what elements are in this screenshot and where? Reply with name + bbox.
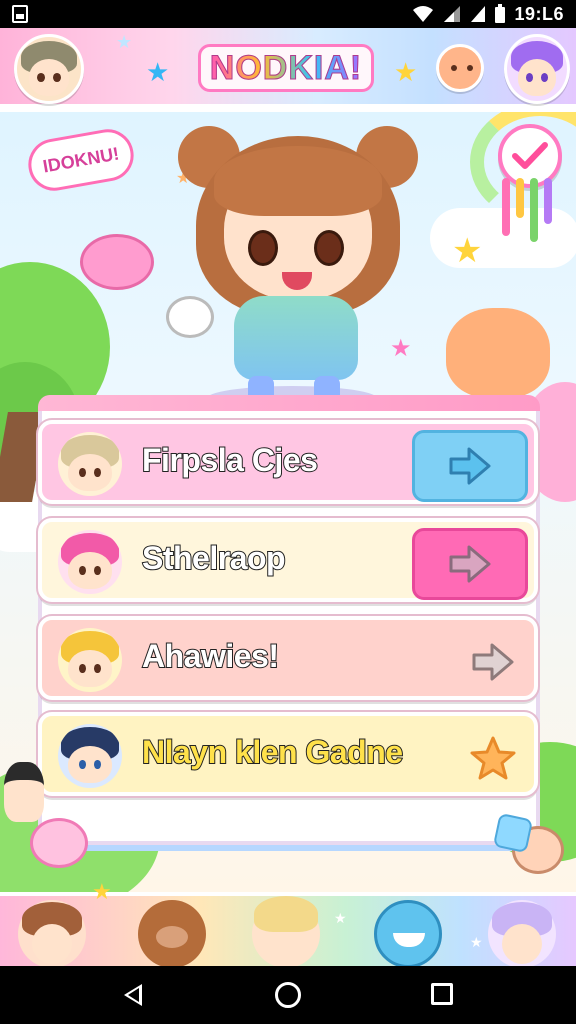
nav-item-blue-cat[interactable] <box>374 900 442 968</box>
signal-strength-icon <box>471 6 486 22</box>
star-icon: ★ <box>146 58 170 88</box>
star-icon <box>470 736 516 780</box>
profile-avatar-right[interactable] <box>504 34 570 104</box>
bottom-nav: ★ ★ ★ <box>0 882 576 968</box>
blonde-girl-avatar <box>58 432 122 496</box>
menu-item-label: Firpsla Cjes <box>141 441 319 479</box>
cat-face-button[interactable] <box>436 44 484 92</box>
yellow-hair-girl-avatar <box>58 628 122 692</box>
star-icon: ★ <box>92 880 112 905</box>
notification-icon <box>12 5 28 23</box>
wifi-icon <box>413 6 434 22</box>
menu-item-3[interactable]: Ahawies! <box>38 616 538 700</box>
star-icon: ★ <box>394 58 418 88</box>
blue-gem <box>492 812 534 854</box>
clock: 19:L6 <box>514 3 564 24</box>
nav-item-brunette-girl[interactable] <box>18 900 86 968</box>
paint-drip <box>516 178 524 218</box>
favorite-button[interactable] <box>458 722 528 794</box>
star-icon: ★ <box>470 935 483 951</box>
signal-icon <box>444 6 461 22</box>
nav-item-blonde-boy[interactable] <box>252 896 320 968</box>
paint-drip <box>544 178 552 224</box>
boy-character <box>4 762 44 822</box>
app-header: ★ ★ NODKIA! ★ <box>0 28 576 108</box>
arrow-right-icon <box>449 447 491 485</box>
star-icon: ★ <box>334 911 347 927</box>
main-character <box>178 120 418 410</box>
speech-bubble: IDOKNU! <box>24 125 138 195</box>
paint-drip <box>530 178 538 242</box>
menu-item-label: Sthelraop <box>141 539 287 577</box>
menu-panel-header <box>38 395 540 411</box>
status-icons: 19:L6 <box>412 4 564 24</box>
menu-item-4[interactable]: Nlayn klen Gadne <box>38 712 538 796</box>
profile-avatar-left[interactable] <box>14 34 84 104</box>
recents-icon[interactable] <box>431 983 453 1005</box>
pink-hair-girl-avatar <box>58 530 122 594</box>
app-title: NODKIA! <box>198 44 374 92</box>
go-button[interactable] <box>412 528 528 600</box>
menu-item-label: Ahawies! <box>141 637 280 675</box>
nav-item-lavender-girl[interactable] <box>488 900 556 968</box>
menu-item-1[interactable]: Firpsla Cjes <box>38 420 538 504</box>
pink-cat-mascot <box>80 234 154 290</box>
home-icon[interactable] <box>275 982 301 1008</box>
star-icon: ★ <box>452 231 483 271</box>
arrow-right-icon <box>449 545 491 583</box>
nav-item-bear[interactable] <box>138 900 206 968</box>
menu-item-2[interactable]: Sthelraop <box>38 518 538 602</box>
arrow-right-icon <box>472 643 514 681</box>
star-icon: ★ <box>116 32 133 53</box>
fox-girl-character <box>446 308 550 398</box>
status-bar: 19:L6 <box>0 0 576 28</box>
go-button[interactable] <box>412 430 528 502</box>
pink-cat-mascot <box>30 818 88 868</box>
battery-icon <box>495 4 506 23</box>
system-nav-bar <box>0 966 576 1024</box>
paint-drip <box>502 178 510 236</box>
menu-item-label: Nlayn klen Gadne <box>141 733 404 771</box>
go-button[interactable] <box>458 626 528 698</box>
dark-hair-girl-avatar <box>58 724 122 788</box>
checkmark-icon <box>512 142 548 169</box>
back-icon[interactable] <box>124 984 142 1006</box>
